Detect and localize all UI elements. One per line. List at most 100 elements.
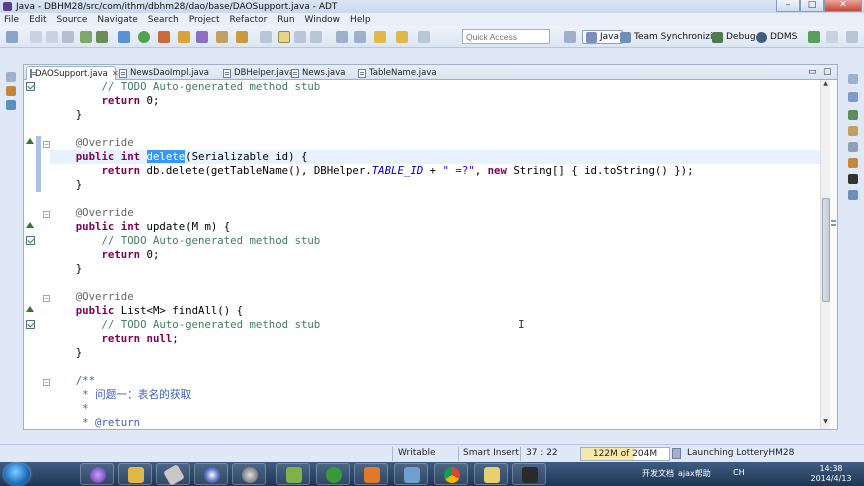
overview-ruler[interactable] xyxy=(830,80,837,429)
fold-toggle-icon[interactable]: − xyxy=(43,379,50,386)
implements-method-icon[interactable] xyxy=(26,138,34,144)
tab-daosupport[interactable]: DAOSupport.java ✕ xyxy=(26,66,119,80)
new-icon[interactable] xyxy=(6,31,18,43)
taskbar-app[interactable] xyxy=(194,463,228,485)
new-package-icon[interactable] xyxy=(196,31,208,43)
previous-annotation-icon[interactable] xyxy=(354,31,366,43)
save-icon[interactable] xyxy=(30,31,42,43)
minimize-editor-icon[interactable]: ▭ xyxy=(808,67,817,77)
toggle-mark-occurrences-icon[interactable] xyxy=(260,31,272,43)
open-type-icon[interactable] xyxy=(216,31,228,43)
tab-tablename[interactable]: TableName.java xyxy=(355,66,445,80)
menu-run[interactable]: Run xyxy=(277,15,294,25)
tray-app-label[interactable]: ajax帮助 xyxy=(678,468,711,479)
system-clock[interactable]: 14:38 2014/4/13 xyxy=(806,464,856,484)
trash-icon[interactable] xyxy=(672,448,681,459)
scroll-up-icon[interactable]: ▲ xyxy=(821,80,830,90)
code-area[interactable]: // TODO Auto-generated method stub retur… xyxy=(50,80,820,429)
menu-file[interactable]: File xyxy=(4,15,19,25)
taskbar-app[interactable] xyxy=(394,463,428,485)
open-perspective-icon[interactable] xyxy=(564,31,576,43)
scroll-down-icon[interactable]: ▼ xyxy=(821,418,830,428)
task-marker-icon[interactable] xyxy=(26,236,35,245)
status-insert-mode[interactable]: Smart Insert xyxy=(463,448,519,458)
taskbar-app[interactable] xyxy=(156,463,190,486)
taskbar-app[interactable] xyxy=(434,463,468,485)
taskbar-app[interactable] xyxy=(276,463,310,485)
new-java-project-icon[interactable] xyxy=(178,31,190,43)
perspective-ddms[interactable]: DDMS xyxy=(756,30,797,44)
occurrence-marker[interactable] xyxy=(831,220,836,222)
menu-search[interactable]: Search xyxy=(148,15,179,25)
ime-indicator[interactable]: CH xyxy=(733,468,745,477)
menu-window[interactable]: Window xyxy=(305,15,341,25)
implements-method-icon[interactable] xyxy=(26,306,34,312)
outline-icon[interactable] xyxy=(6,100,16,110)
save-all-icon[interactable] xyxy=(46,31,58,43)
perspective-team-synchronizing[interactable]: Team Synchronizing xyxy=(620,30,724,44)
menu-project[interactable]: Project xyxy=(189,15,220,25)
taskbar-app[interactable] xyxy=(512,463,546,485)
tab-news[interactable]: News.java xyxy=(288,66,358,80)
search-icon[interactable] xyxy=(236,31,248,43)
menu-navigate[interactable]: Navigate xyxy=(97,15,137,25)
external-tools-icon[interactable] xyxy=(158,31,170,43)
menu-edit[interactable]: Edit xyxy=(29,15,46,25)
block-selection-icon[interactable] xyxy=(310,31,322,43)
occurrence-marker[interactable] xyxy=(831,224,836,226)
avd-manager-icon[interactable] xyxy=(96,31,108,43)
restore-right-icon[interactable] xyxy=(848,74,858,84)
android-sdk-icon[interactable] xyxy=(80,31,92,43)
perspective-java[interactable]: Java xyxy=(582,30,624,44)
package-explorer-icon[interactable] xyxy=(6,86,16,96)
forward-icon[interactable] xyxy=(396,31,408,43)
close-button[interactable]: ✕ xyxy=(824,0,862,12)
task-list-icon[interactable] xyxy=(848,110,858,120)
taskbar-app[interactable] xyxy=(474,463,508,485)
task-marker-icon[interactable] xyxy=(26,82,35,91)
restore-left-icon[interactable] xyxy=(6,72,16,82)
minimize-view-icon[interactable] xyxy=(808,31,820,43)
next-annotation-icon[interactable] xyxy=(336,31,348,43)
editor-vertical-scrollbar[interactable]: ▲ ▼ xyxy=(820,80,830,429)
implements-method-icon[interactable] xyxy=(26,222,34,228)
toggle-highlight-icon[interactable] xyxy=(278,31,290,43)
run-icon[interactable] xyxy=(138,31,150,43)
restore-view-icon[interactable] xyxy=(846,31,858,43)
tab-newsdaoimpl[interactable]: NewsDaoImpl.java xyxy=(116,66,216,80)
last-edit-location-icon[interactable] xyxy=(418,31,430,43)
maximize-button[interactable]: □ xyxy=(800,0,824,12)
maximize-view-icon[interactable] xyxy=(826,31,838,43)
console-icon[interactable] xyxy=(848,174,858,184)
menu-source[interactable]: Source xyxy=(57,15,88,25)
fold-toggle-icon[interactable]: − xyxy=(43,141,50,148)
taskbar-app[interactable] xyxy=(118,463,152,485)
scroll-thumb[interactable] xyxy=(822,198,830,302)
fold-toggle-icon[interactable]: − xyxy=(43,211,50,218)
tray-toolbar-label[interactable]: 开发文档 xyxy=(642,468,674,479)
back-icon[interactable] xyxy=(374,31,386,43)
start-button-icon[interactable] xyxy=(4,463,30,485)
quick-access-input[interactable] xyxy=(462,29,550,44)
minimize-button[interactable]: – xyxy=(776,0,800,12)
taskbar-app[interactable] xyxy=(232,463,266,485)
problems-icon[interactable] xyxy=(848,126,858,136)
taskbar-app[interactable] xyxy=(316,463,350,485)
debug-icon[interactable] xyxy=(118,31,130,43)
print-icon[interactable] xyxy=(62,31,74,43)
javadoc-icon[interactable] xyxy=(848,142,858,152)
fold-toggle-icon[interactable]: − xyxy=(43,295,50,302)
menu-help[interactable]: Help xyxy=(350,15,371,25)
heap-status[interactable]: 122M of 204M xyxy=(580,447,670,461)
show-whitespace-icon[interactable] xyxy=(294,31,306,43)
declaration-icon[interactable] xyxy=(848,158,858,168)
perspective-debug[interactable]: Debug xyxy=(712,30,756,44)
maximize-editor-icon[interactable]: ▢ xyxy=(823,67,832,77)
menu-refactor[interactable]: Refactor xyxy=(230,15,268,25)
taskbar-app[interactable] xyxy=(354,463,388,485)
task-marker-icon[interactable] xyxy=(26,320,35,329)
taskbar-app[interactable] xyxy=(80,463,114,485)
title-bar: Java - DBHM28/src/com/ithm/dbhm28/dao/ba… xyxy=(0,0,864,13)
logcat-icon[interactable] xyxy=(848,190,858,200)
outline-view-icon[interactable] xyxy=(848,92,858,102)
